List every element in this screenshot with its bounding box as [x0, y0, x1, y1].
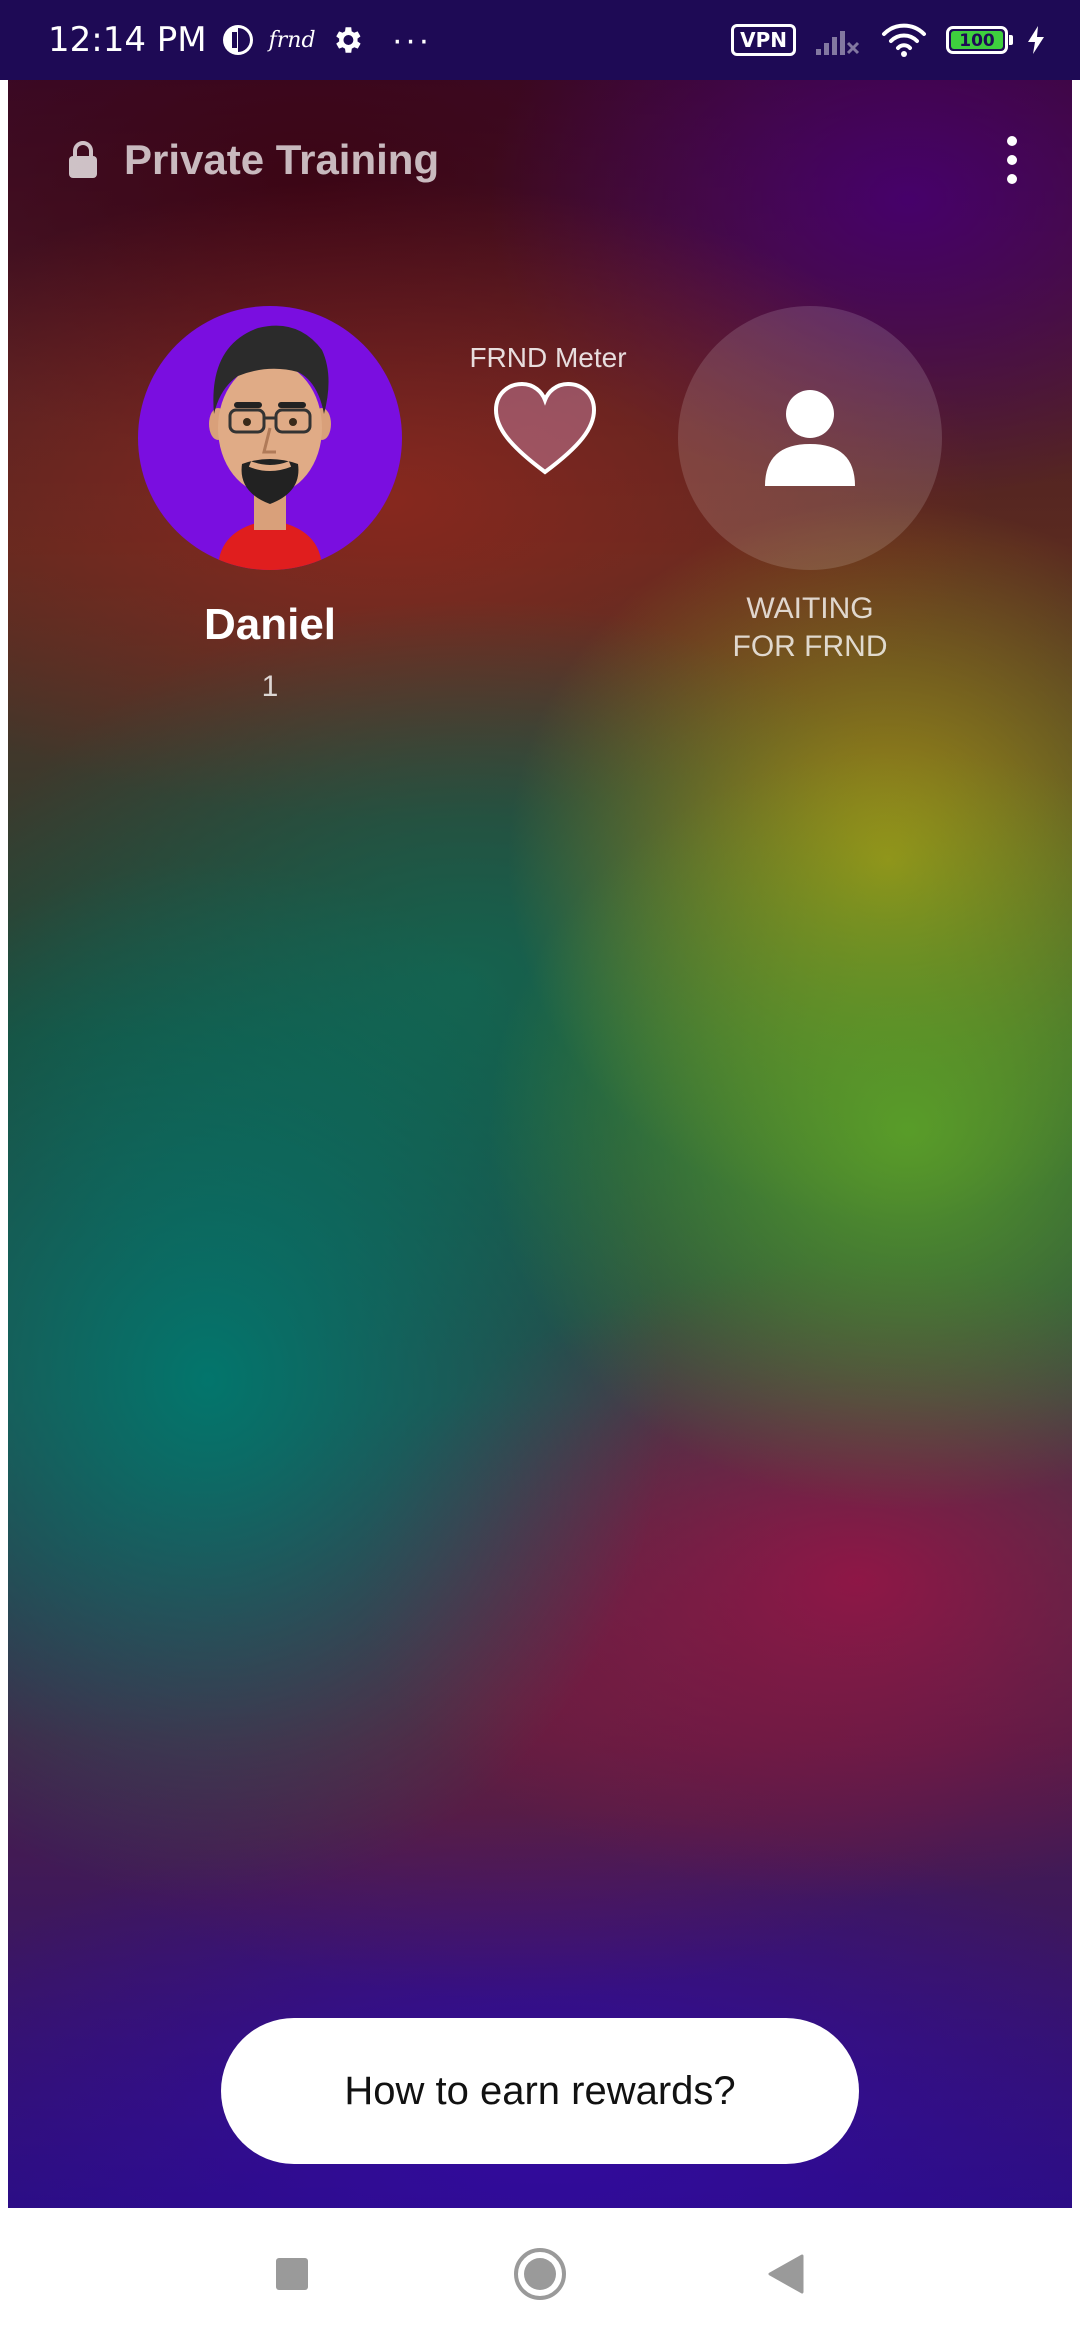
back-button[interactable]: [754, 2242, 818, 2306]
status-right: VPN 100: [731, 22, 1046, 58]
user-avatar[interactable]: [138, 306, 402, 570]
square-icon: [276, 2258, 308, 2290]
heart-icon[interactable]: [490, 380, 600, 480]
waiting-status: WAITING FOR FRND: [648, 590, 972, 666]
lock-icon: [69, 141, 97, 178]
status-left: 12:14 PM frnd ···: [48, 20, 731, 60]
waiting-line-2: FOR FRND: [732, 630, 888, 663]
room-header: Private Training: [8, 80, 1072, 240]
battery-level: 100: [951, 31, 1003, 51]
circle-icon: [514, 2248, 566, 2300]
charging-icon: [1028, 26, 1044, 54]
partner-avatar-placeholder: [678, 306, 942, 570]
status-more-icon: ···: [391, 20, 432, 59]
waiting-line-1: WAITING: [746, 592, 874, 625]
system-nav-bar: [0, 2208, 1080, 2340]
status-bar: 12:14 PM frnd ··· VPN 100: [0, 0, 1080, 80]
earn-rewards-button[interactable]: How to earn rewards?: [221, 2018, 859, 2164]
user-count: 1: [261, 670, 279, 703]
person-icon: [765, 390, 855, 486]
wifi-icon: [882, 23, 926, 57]
vpn-badge: VPN: [731, 24, 796, 56]
signal-icon: [816, 31, 860, 55]
home-button[interactable]: [508, 2242, 572, 2306]
status-time: 12:14 PM: [48, 20, 207, 60]
triangle-back-icon: [768, 2254, 804, 2294]
frnd-meter-label: FRND Meter: [469, 342, 627, 373]
recents-button[interactable]: [260, 2242, 324, 2306]
training-room: Private Training Daniel 1 FRND Meter WAI…: [8, 80, 1072, 2208]
gear-icon: [335, 27, 361, 53]
room-title: Private Training: [124, 136, 440, 183]
battery-icon: 100: [946, 26, 1013, 54]
more-vert-icon[interactable]: [992, 130, 1032, 190]
screen: 12:14 PM frnd ··· VPN 100 Private Traini…: [0, 0, 1080, 2340]
app-circle-icon: [222, 25, 253, 55]
user-name: Daniel: [203, 600, 337, 649]
frnd-app-icon: frnd: [268, 27, 316, 53]
avatar-illustration: [209, 325, 331, 570]
